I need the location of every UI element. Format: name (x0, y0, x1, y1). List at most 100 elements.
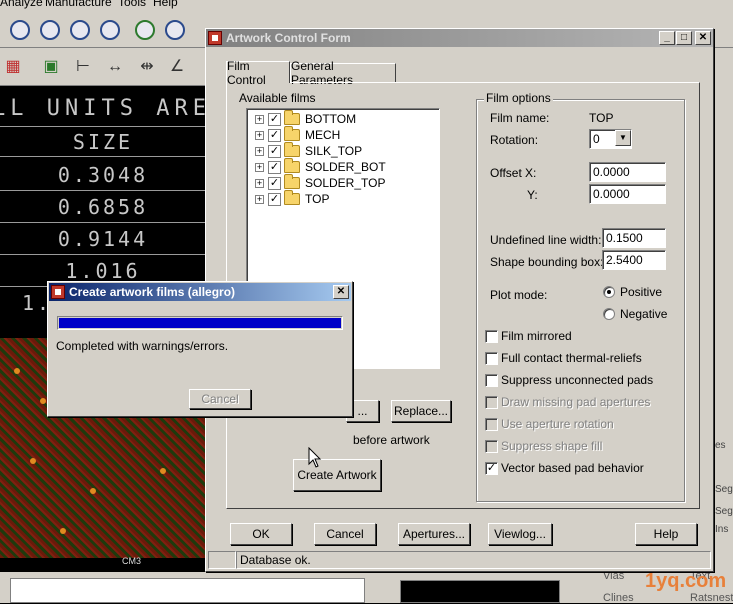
list-item[interactable]: + ✓ MECH (255, 126, 340, 143)
zoom-in-icon[interactable] (70, 20, 90, 40)
create-artwork-button[interactable]: Create Artwork (293, 459, 381, 491)
world-view[interactable] (400, 580, 560, 603)
measure-icon[interactable]: ⇹ (136, 58, 158, 76)
checkbox-checked-icon[interactable]: ✓ (268, 128, 281, 142)
zoom-previous-icon[interactable] (135, 20, 155, 40)
checkbox-checked-icon[interactable]: ✓ (268, 160, 281, 174)
artwork-titlebar[interactable]: Artwork Control Form _ □ ✕ (206, 29, 713, 47)
offset-y-input[interactable]: 0.0000 (589, 184, 666, 204)
checkbox-checked-icon[interactable]: ✓ (268, 144, 281, 158)
negative-label: Negative (620, 307, 668, 321)
plot-mode-label: Plot mode: (490, 288, 548, 302)
film-mirrored-label: Film mirrored (501, 329, 572, 343)
film-options-label: Film options (484, 91, 553, 105)
draw-missing-apertures-label: Draw missing pad apertures (501, 395, 651, 409)
pcb-label: CM3 (122, 556, 142, 566)
suppress-shape-fill-label: Suppress shape fill (501, 439, 603, 453)
full-contact-thermal-label: Full contact thermal-reliefs (501, 351, 642, 365)
expand-icon[interactable]: + (255, 178, 264, 188)
menu-analyze[interactable]: Analyze (0, 0, 43, 9)
cancel-progress-button: Cancel (189, 389, 251, 409)
dimension-icon[interactable]: ⊢ (72, 58, 94, 76)
command-window[interactable] (10, 578, 365, 603)
check-before-label: before artwork (353, 433, 430, 447)
undefined-line-width-label: Undefined line width: (490, 233, 602, 247)
list-item[interactable]: + ✓ TOP (255, 190, 329, 207)
status-bar: Database ok. (236, 551, 711, 569)
size-value: 0.6858 (57, 195, 149, 219)
list-item[interactable]: + ✓ SOLDER_TOP (255, 174, 385, 191)
zoom-fit-icon[interactable] (40, 20, 60, 40)
offset-y-label: Y: (527, 188, 538, 202)
apertures-button[interactable]: Apertures... (398, 523, 470, 545)
close-button[interactable]: ✕ (333, 285, 349, 299)
progress-titlebar[interactable]: Create artwork films (allegro) ✕ (49, 283, 351, 301)
allegro-app-icon (51, 285, 65, 299)
app-menubar: Analyze Manufacture Tools Help (0, 0, 733, 10)
close-button[interactable]: ✕ (695, 31, 711, 45)
checkbox-checked-icon[interactable]: ✓ (268, 192, 281, 206)
progress-bar (57, 316, 343, 330)
viewlog-button[interactable]: Viewlog... (488, 523, 552, 545)
positive-label: Positive (620, 285, 663, 299)
watermark: 1yq.com (645, 570, 727, 592)
tab-general-parameters[interactable]: General Parameters (290, 59, 396, 87)
allegro-app-icon (208, 31, 222, 45)
shape-bounding-box-input[interactable]: 2.5400 (602, 250, 666, 270)
offset-x-input[interactable]: 0.0000 (589, 162, 666, 182)
zoom-points-icon[interactable] (10, 20, 30, 40)
positive-radio[interactable] (603, 286, 615, 298)
suppress-unconnected-label: Suppress unconnected pads (501, 373, 654, 387)
undefined-line-width-input[interactable]: 0.1500 (602, 228, 666, 248)
angle-icon[interactable]: ∠ (166, 58, 188, 76)
linear-dim-icon[interactable]: ↔ (104, 58, 126, 76)
ok-button[interactable]: OK (230, 523, 292, 545)
replace-button[interactable]: Replace... (391, 400, 451, 422)
create-artwork-progress-dialog: Create artwork films (allegro) ✕ Complet… (47, 281, 353, 417)
progress-fill (59, 318, 341, 328)
menu-help[interactable]: Help (153, 0, 178, 9)
maximize-button[interactable]: □ (676, 31, 692, 45)
film-mirrored-checkbox[interactable] (485, 330, 498, 343)
suppress-unconnected-checkbox[interactable] (485, 374, 498, 387)
options-panel: es Seg Seg Ins (712, 48, 733, 572)
checkbox-checked-icon[interactable]: ✓ (268, 112, 281, 126)
folder-icon (284, 110, 300, 125)
redraw-icon[interactable] (165, 20, 185, 40)
chevron-down-icon[interactable]: ▼ (615, 130, 631, 146)
clines-label: Clines (603, 592, 634, 604)
full-contact-thermal-checkbox[interactable] (485, 352, 498, 365)
checkbox-checked-icon[interactable]: ✓ (268, 176, 281, 190)
folder-icon (284, 158, 300, 173)
vector-pad-behavior-checkbox[interactable]: ✓ (485, 462, 498, 475)
list-item[interactable]: + ✓ SILK_TOP (255, 142, 362, 159)
minimize-button[interactable]: _ (659, 31, 675, 45)
progress-title: Create artwork films (allegro) (69, 285, 236, 299)
negative-radio[interactable] (603, 308, 615, 320)
rotation-label: Rotation: (490, 133, 539, 147)
place-icon[interactable]: ▦ (2, 58, 24, 76)
component-icon[interactable]: ▣ (40, 58, 62, 76)
expand-icon[interactable]: + (255, 162, 264, 172)
suppress-shape-fill-checkbox (485, 440, 498, 453)
folder-icon (284, 126, 300, 141)
help-button[interactable]: Help (635, 523, 697, 545)
cancel-button[interactable]: Cancel (314, 523, 376, 545)
list-item[interactable]: + ✓ SOLDER_BOT (255, 158, 386, 175)
expand-icon[interactable]: + (255, 114, 264, 124)
expand-icon[interactable]: + (255, 146, 264, 156)
units-header: LL UNITS ARE IN (0, 96, 206, 121)
film-name-label: Film name: (490, 111, 550, 125)
menu-tools[interactable]: Tools (118, 0, 146, 9)
use-aperture-rotation-checkbox (485, 418, 498, 431)
menu-manufacture[interactable]: Manufacture (45, 0, 112, 9)
expand-icon[interactable]: + (255, 130, 264, 140)
expand-icon[interactable]: + (255, 194, 264, 204)
offset-x-label: X: (525, 166, 537, 180)
tab-film-control[interactable]: Film Control (226, 59, 290, 87)
artwork-title: Artwork Control Form (226, 31, 351, 45)
vector-pad-behavior-label: Vector based pad behavior (501, 461, 644, 475)
rotation-select[interactable]: 0 ▼ (589, 129, 632, 149)
zoom-out-icon[interactable] (100, 20, 120, 40)
list-item[interactable]: + ✓ BOTTOM (255, 110, 356, 127)
